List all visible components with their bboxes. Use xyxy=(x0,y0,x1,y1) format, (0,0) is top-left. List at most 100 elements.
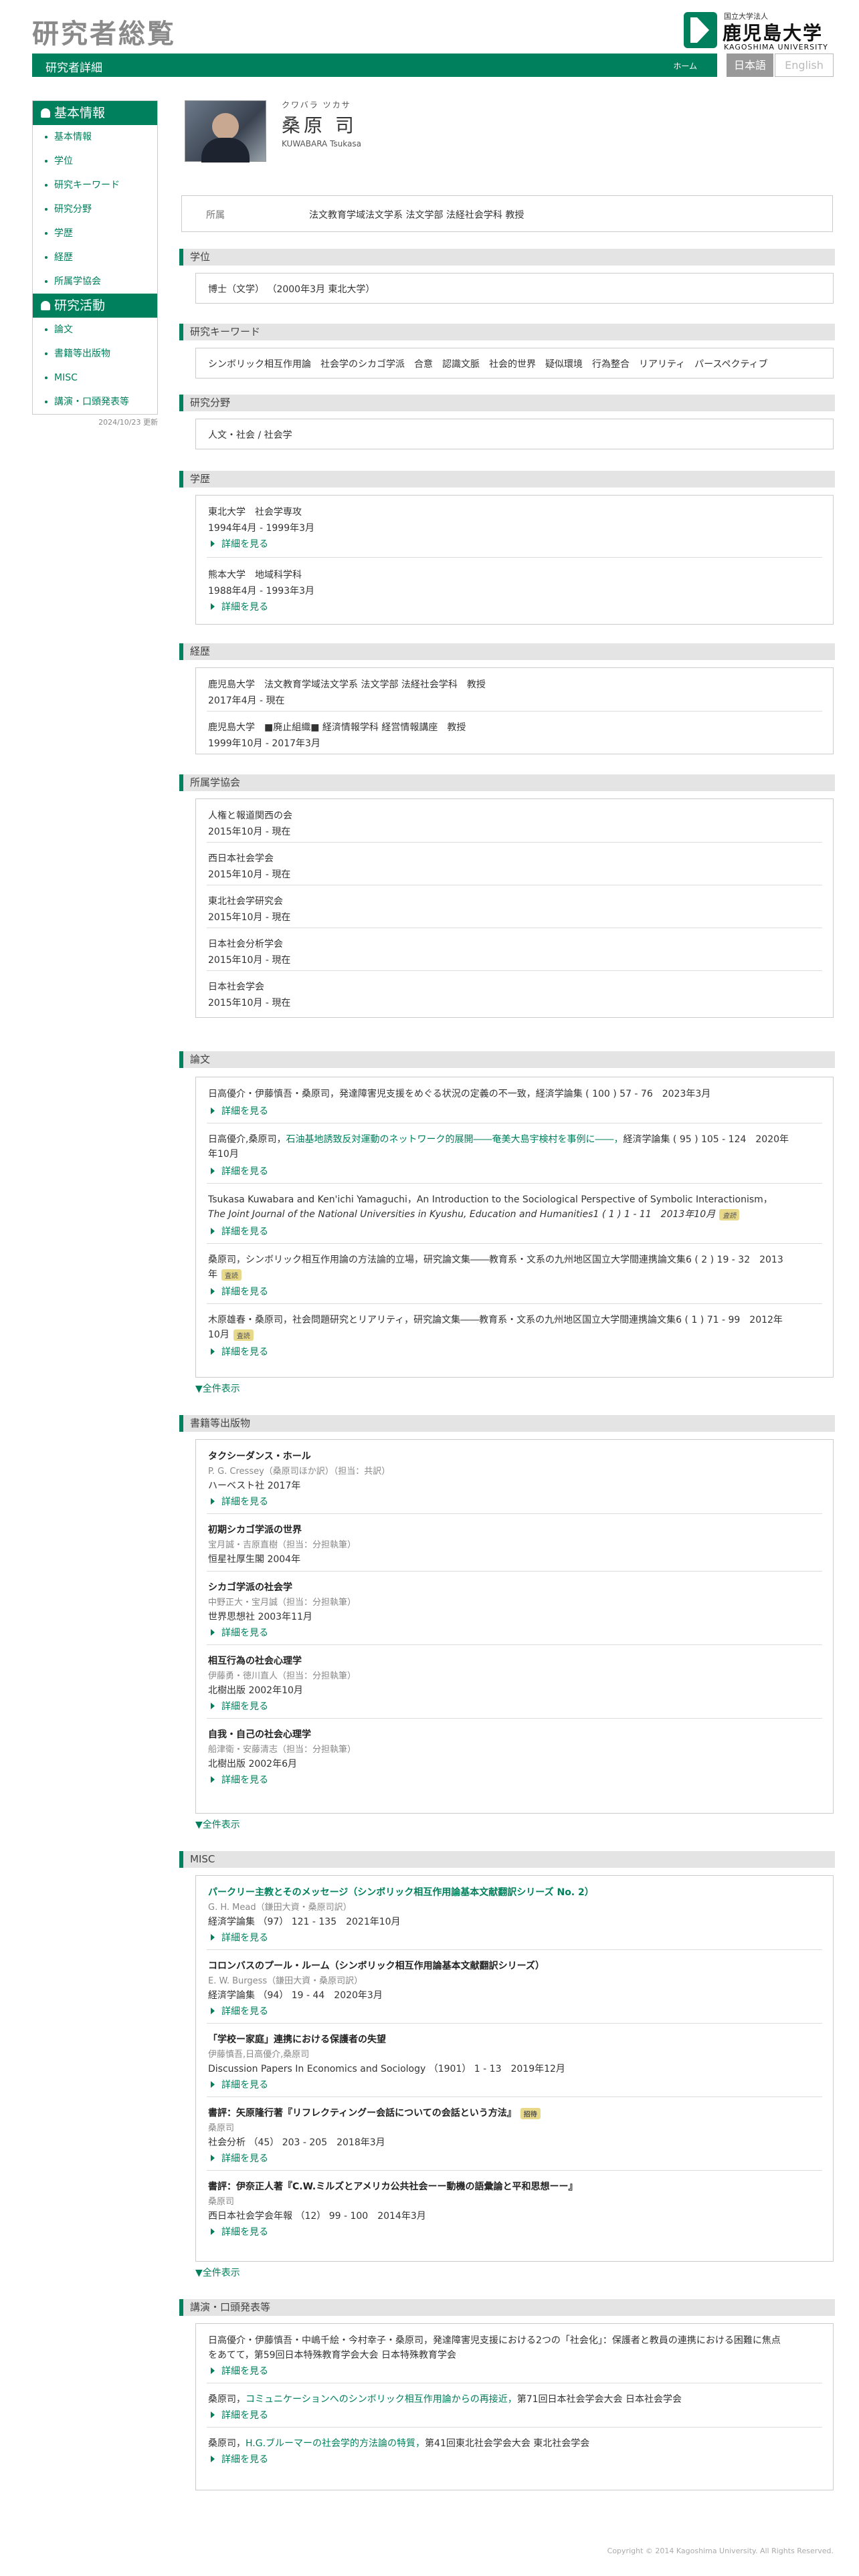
talk-citation-cont: をあてて，第59回日本特殊教育学会大会 日本特殊教育学会 xyxy=(208,2350,457,2361)
sidebar-item-keywords[interactable]: 研究キーワード xyxy=(33,173,157,197)
talk-citation: 桑原司，コミュニケーションへのシンボリック相互作用論からの再接近，第71回日本社… xyxy=(208,2392,682,2405)
more-link[interactable]: 詳細を見る xyxy=(208,2004,268,2018)
more-link[interactable]: 詳細を見る xyxy=(208,1931,268,1944)
site-title[interactable]: 研究者総覧 xyxy=(32,12,176,51)
paper-authors: 木原雄春・桑原司， xyxy=(208,1315,292,1325)
book-title: 自我・自己の社会心理学 xyxy=(208,1729,311,1740)
divider xyxy=(207,842,822,843)
show-all-misc[interactable]: ▼全件表示 xyxy=(195,2266,240,2279)
society-name: 日本社会学会 xyxy=(208,982,264,992)
more-link[interactable]: 詳細を見る xyxy=(208,1626,268,1639)
society-name: 東北社会学研究会 xyxy=(208,896,283,907)
more-link[interactable]: 詳細を見る xyxy=(208,1345,268,1358)
society-period: 2015年10月 - 現在 xyxy=(208,955,291,966)
section-field: 研究分野 xyxy=(179,395,835,411)
more-link[interactable]: 詳細を見る xyxy=(208,600,268,613)
misc-title-link[interactable]: パークリー主教とそのメッセージ（シンボリック相互作用論基本文献翻訳シリーズ No… xyxy=(208,1885,594,1899)
misc-box: パークリー主教とそのメッセージ（シンボリック相互作用論基本文献翻訳シリーズ No… xyxy=(195,1875,834,2262)
society-period: 2015年10月 - 現在 xyxy=(208,869,291,880)
more-link[interactable]: 詳細を見る xyxy=(208,537,268,550)
divider xyxy=(207,2023,822,2024)
more-link[interactable]: 詳細を見る xyxy=(208,2364,268,2377)
book-title: 初期シカゴ学派の世界 xyxy=(208,1525,302,1535)
home-link[interactable]: ホーム xyxy=(673,60,697,72)
more-link[interactable]: 詳細を見る xyxy=(208,1104,268,1117)
sidebar-item-basic[interactable]: 基本情報 xyxy=(33,125,157,149)
sidebar-item-talks[interactable]: 講演・口頭発表等 xyxy=(33,390,157,414)
more-link[interactable]: 詳細を見る xyxy=(208,2151,268,2165)
more-link[interactable]: 詳細を見る xyxy=(208,2408,268,2422)
misc-title: コロンバスのプール・ルーム（シンボリック相互作用論基本文献翻訳シリーズ） xyxy=(208,1961,545,1971)
book-publisher: 世界思想社 2003年11月 xyxy=(208,1612,312,1622)
misc-authors: E. W. Burgess（鎌田大資・桑原司訳） xyxy=(208,1976,363,1986)
more-link[interactable]: 詳細を見る xyxy=(208,2225,268,2238)
divider xyxy=(207,1183,822,1184)
misc-authors: 桑原司 xyxy=(208,2123,235,2133)
society-period: 2015年10月 - 現在 xyxy=(208,998,291,1008)
paper-citation: 木原雄春・桑原司，社会問題研究とリアリティ，研究論文集――教育系・文系の九州地区… xyxy=(208,1313,783,1326)
divider xyxy=(207,970,822,971)
logo-english: KAGOSHIMA UNIVERSITY xyxy=(724,43,828,51)
education-box: 東北大学 社会学専攻 1994年4月 - 1999年3月 詳細を見る 熊本大学 … xyxy=(195,495,834,625)
sidebar-item-career[interactable]: 経歴 xyxy=(33,245,157,270)
sidebar-item-papers[interactable]: 論文 xyxy=(33,318,157,342)
peer-review-badge: 査読 xyxy=(719,1208,740,1220)
more-link[interactable]: 詳細を見る xyxy=(208,1224,268,1238)
sidebar-basic-heading: 基本情報 xyxy=(33,101,157,125)
page: 研究者総覧 国立大学法人 鹿児島大学 KAGOSHIMA UNIVERSITY … xyxy=(0,0,859,2576)
affiliation-value: 法文教育学域法文学系 法文学部 法経社会学科 教授 xyxy=(309,210,524,221)
misc-authors: 伊藤慎吾,日高優介,桑原司 xyxy=(208,2050,310,2060)
peer-review-badge: 査読 xyxy=(233,1329,254,1341)
paper-source: 経済学論集 ( 100 ) 57 - 76 2023年3月 xyxy=(535,1089,711,1099)
university-logo-icon xyxy=(684,12,717,48)
more-link[interactable]: 詳細を見る xyxy=(208,1495,268,1508)
footer-copyright: Copyright © 2014 Kagoshima University. A… xyxy=(607,2547,834,2555)
more-link[interactable]: 詳細を見る xyxy=(208,1699,268,1713)
more-link[interactable]: 詳細を見る xyxy=(208,2078,268,2091)
affiliation-box: 所属 法文教育学域法文学系 法文学部 法経社会学科 教授 xyxy=(181,195,833,232)
talk-citation: 日高優介・伊藤慎吾・中嶋千絵・今村幸子・桑原司，発達障害児支援における2つの「社… xyxy=(208,2335,781,2346)
paper-authors: Tsukasa Kuwabara and Ken'ichi Yamaguchi， xyxy=(208,1194,417,1205)
university-logo[interactable]: 国立大学法人 鹿児島大学 KAGOSHIMA UNIVERSITY xyxy=(684,9,838,51)
education-school: 熊本大学 地域科学科 xyxy=(208,570,302,580)
book-title: タクシーダンス・ホール xyxy=(208,1451,311,1462)
more-link[interactable]: 詳細を見る xyxy=(208,1164,268,1178)
sidebar-basic-heading-label: 基本情報 xyxy=(54,106,106,120)
paper-title-link[interactable]: 石油基地誘致反対運動のネットワーク的展開――奄美大島宇検村を事例に――， xyxy=(286,1134,623,1145)
affiliation-label: 所属 xyxy=(206,210,225,221)
misc-authors: G. H. Mead（鎌田大資・桑原司訳） xyxy=(208,1903,352,1913)
divider xyxy=(207,1513,822,1514)
sidebar-activity-heading: 研究活動 xyxy=(33,294,157,318)
divider xyxy=(207,711,822,712)
keywords-box: シンボリック相互作用論 社会学のシカゴ学派 合意 認識文脈 社会的世界 疑似環境… xyxy=(195,348,834,379)
sidebar-item-education[interactable]: 学歴 xyxy=(33,221,157,245)
book-authors: 船津衛・安藤清志（担当：分担執筆） xyxy=(208,1745,357,1755)
lang-japanese-button[interactable]: 日本語 xyxy=(727,53,773,77)
sidebar-item-books[interactable]: 書籍等出版物 xyxy=(33,342,157,366)
updated-date: 2024/10/23 更新 xyxy=(98,418,158,427)
section-keywords: 研究キーワード xyxy=(179,324,835,340)
more-link[interactable]: 詳細を見る xyxy=(208,1285,268,1298)
book-publisher: ハーベスト社 2017年 xyxy=(208,1481,301,1491)
sidebar-item-misc[interactable]: MISC xyxy=(33,366,157,390)
field-box: 人文・社会 / 社会学 xyxy=(195,419,834,449)
section-books: 書籍等出版物 xyxy=(179,1415,835,1432)
more-link[interactable]: 詳細を見る xyxy=(208,1773,268,1786)
misc-source: 経済学論集 （97） 121 - 135 2021年10月 xyxy=(208,1917,401,1927)
more-link[interactable]: 詳細を見る xyxy=(208,2452,268,2466)
show-all-books[interactable]: ▼全件表示 xyxy=(195,1818,240,1831)
sidebar-item-society[interactable]: 所属学協会 xyxy=(33,270,157,294)
books-box: タクシーダンス・ホール P. G. Cressey（桑原司ほか訳）（担当：共訳）… xyxy=(195,1439,834,1814)
talk-title-link[interactable]: H.G.ブルーマーの社会学的方法論の特質， xyxy=(246,2438,425,2449)
show-all-papers[interactable]: ▼全件表示 xyxy=(195,1382,240,1395)
divider xyxy=(207,1718,822,1719)
lang-english-button[interactable]: English xyxy=(775,53,834,77)
sidebar-item-degree[interactable]: 学位 xyxy=(33,149,157,173)
career-period: 1999年10月 - 2017年3月 xyxy=(208,738,320,749)
misc-title: 書評：伊奈正人著『C.W.ミルズとアメリカ公共社会ーー動機の語彙論と平和思想ーー… xyxy=(208,2181,578,2192)
society-name: 西日本社会学会 xyxy=(208,853,274,864)
talk-title-link[interactable]: コミュニケーションへのシンボリック相互作用論からの再接近， xyxy=(246,2394,517,2405)
sidebar-item-field[interactable]: 研究分野 xyxy=(33,197,157,221)
misc-title-text: 書評：矢原隆行著『リフレクティングー会話についての会話という方法』 xyxy=(208,2108,516,2119)
paper-authors: 桑原司， xyxy=(208,1255,246,1265)
